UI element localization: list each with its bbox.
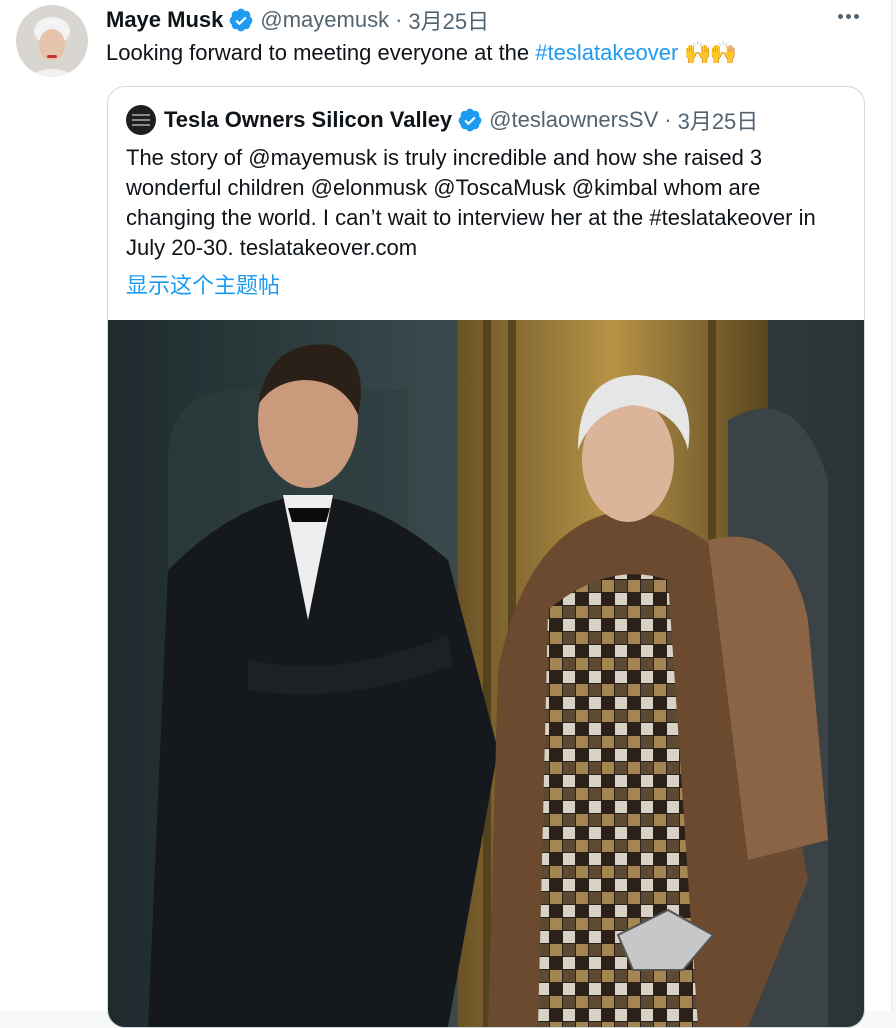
- more-options-icon[interactable]: [838, 14, 859, 19]
- quoted-text-line: July 20-30. teslatakeover.com: [126, 235, 418, 260]
- quoted-text-line: changing the world. I can’t wait to inte…: [126, 205, 816, 230]
- quoted-tweet-date[interactable]: 3月25日: [678, 104, 759, 136]
- tweet[interactable]: Maye Musk @mayemusk · 3月25日 Looking forw…: [0, 0, 892, 1028]
- raising-hands-emoji: 🙌🙌: [684, 40, 737, 65]
- tweet-text: Looking forward to meeting everyone at t…: [106, 38, 737, 68]
- tweet-header: Maye Musk @mayemusk · 3月25日: [106, 4, 489, 36]
- quoted-author-name[interactable]: Tesla Owners Silicon Valley: [164, 107, 452, 133]
- quoted-author-handle[interactable]: @teslaownersSV: [489, 107, 658, 133]
- author-name[interactable]: Maye Musk: [106, 7, 223, 33]
- verified-badge-icon: [230, 8, 253, 32]
- author-handle[interactable]: @mayemusk: [260, 7, 389, 33]
- photo-image: [108, 320, 864, 1027]
- quoted-tweet-photo[interactable]: [108, 320, 864, 1027]
- separator-dot: ·: [664, 107, 672, 132]
- quoted-tweet-text: The story of @mayemusk is truly incredib…: [126, 143, 846, 263]
- hashtag-link[interactable]: #teslatakeover: [535, 40, 678, 65]
- tweet-date[interactable]: 3月25日: [408, 4, 489, 36]
- tweet-text-body: Looking forward to meeting everyone at t…: [106, 40, 536, 65]
- quoted-text-line: wonderful children @elonmusk @ToscaMusk …: [126, 175, 761, 200]
- separator-dot: ·: [395, 7, 403, 32]
- show-thread-link[interactable]: 显示这个主题帖: [126, 268, 280, 300]
- avatar-image: [16, 5, 88, 77]
- quoted-tweet[interactable]: Tesla Owners Silicon Valley @teslaowners…: [107, 86, 865, 1028]
- verified-badge-icon: [458, 108, 482, 132]
- quoted-author-avatar[interactable]: [126, 105, 156, 135]
- quoted-text-line: The story of @mayemusk is truly incredib…: [126, 145, 763, 170]
- quoted-tweet-header: Tesla Owners Silicon Valley @teslaowners…: [126, 103, 758, 137]
- author-avatar[interactable]: [16, 5, 88, 77]
